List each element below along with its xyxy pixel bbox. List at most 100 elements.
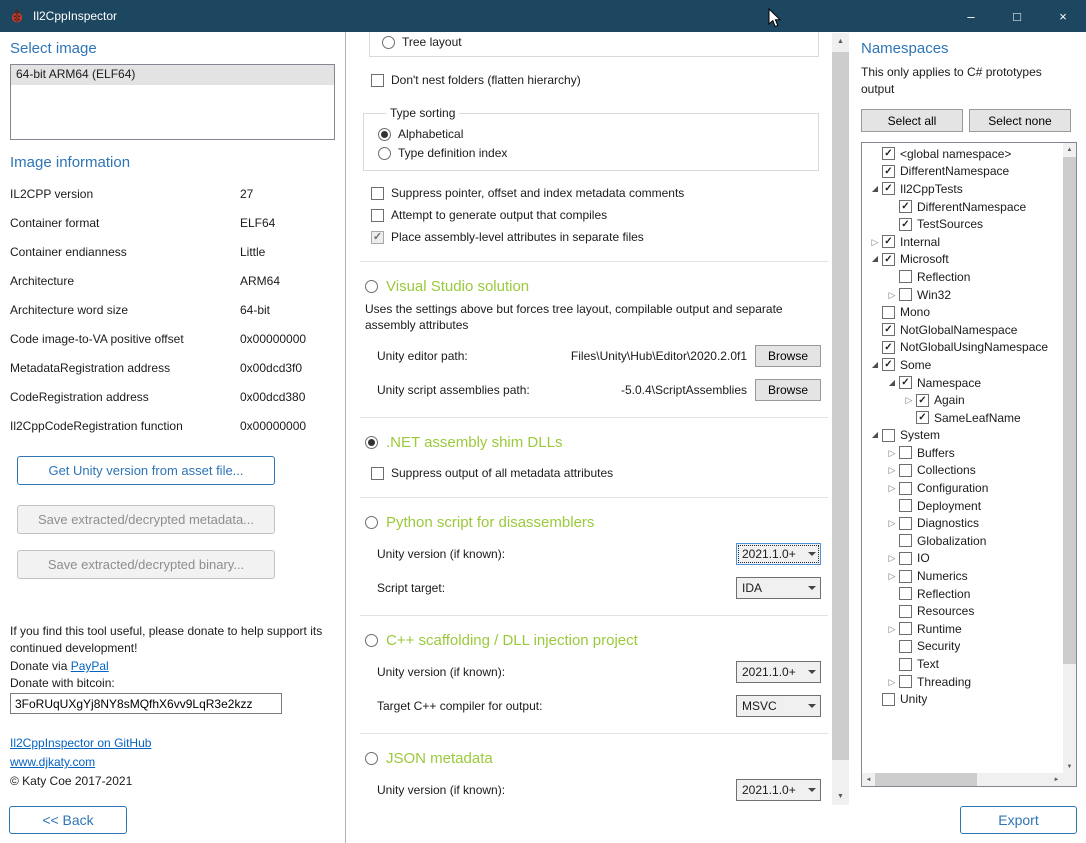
scroll-up-icon[interactable]: ▲ (832, 33, 849, 50)
github-link[interactable]: Il2CppInspector on GitHub (10, 736, 151, 750)
scroll-down-icon[interactable]: ▼ (832, 788, 849, 805)
cpp-scaffolding-radio[interactable]: C++ scaffolding / DLL injection project (365, 632, 832, 649)
scroll-left-icon[interactable]: ◄ (862, 773, 875, 786)
minimize-button[interactable]: – (948, 0, 994, 32)
expander-collapsed-icon[interactable]: ▷ (902, 393, 916, 407)
namespace-checkbox[interactable] (899, 464, 912, 477)
scrollbar-thumb[interactable] (875, 773, 977, 786)
namespace-checkbox[interactable] (899, 587, 912, 600)
tree-item[interactable]: ✓ TestSources (862, 215, 1063, 233)
python-script-radio[interactable]: Python script for disassemblers (365, 514, 832, 531)
tree-item[interactable]: Text (862, 655, 1063, 673)
tree-item[interactable]: ▷ Win32 (862, 286, 1063, 304)
expander-collapsed-icon[interactable]: ▷ (885, 675, 899, 689)
namespace-checkbox[interactable] (899, 570, 912, 583)
tree-item[interactable]: Resources (862, 602, 1063, 620)
expander-collapsed-icon[interactable]: ▷ (885, 516, 899, 530)
cpp-unity-version-select[interactable]: 2021.1.0+ (736, 661, 821, 683)
tree-item[interactable]: ▷ Collections (862, 462, 1063, 480)
scroll-right-icon[interactable]: ► (1050, 773, 1063, 786)
namespace-checkbox[interactable] (882, 429, 895, 442)
tree-layout-radio[interactable]: Tree layout (382, 34, 818, 50)
tree-item[interactable]: Deployment (862, 497, 1063, 515)
tree-item[interactable]: ✓ <global namespace> (862, 145, 1063, 163)
close-button[interactable]: × (1040, 0, 1086, 32)
namespace-checkbox[interactable]: ✓ (882, 235, 895, 248)
back-button[interactable]: << Back (9, 806, 127, 834)
select-all-button[interactable]: Select all (861, 109, 963, 132)
namespace-checkbox[interactable] (899, 270, 912, 283)
tree-item[interactable]: Reflection (862, 585, 1063, 603)
tree-horizontal-scrollbar[interactable]: ◄ ► (862, 773, 1063, 786)
tree-item[interactable]: ▷ ✓ Again (862, 391, 1063, 409)
tree-item[interactable]: ▷ Configuration (862, 479, 1063, 497)
unity-editor-path-value[interactable]: Files\Unity\Hub\Editor\2020.2.0f1 (468, 349, 747, 363)
tree-item[interactable]: ▷ Threading (862, 673, 1063, 691)
namespace-checkbox[interactable]: ✓ (882, 253, 895, 266)
expander-collapsed-icon[interactable]: ▷ (885, 622, 899, 636)
namespace-checkbox[interactable] (899, 288, 912, 301)
tree-item[interactable]: ◢ ✓ Il2CppTests (862, 180, 1063, 198)
scroll-up-icon[interactable]: ▲ (1063, 143, 1076, 156)
tree-item[interactable]: ▷ ✓ Internal (862, 233, 1063, 251)
expander-collapsed-icon[interactable]: ▷ (885, 551, 899, 565)
scrollbar-thumb[interactable] (832, 52, 849, 760)
namespace-checkbox[interactable]: ✓ (882, 147, 895, 160)
expander-expanded-icon[interactable]: ◢ (885, 376, 899, 390)
namespace-checkbox[interactable] (899, 605, 912, 618)
suppress-metadata-attributes-checkbox[interactable]: Suppress output of all metadata attribut… (371, 465, 832, 481)
tree-vertical-scrollbar[interactable]: ▲ ▼ (1063, 143, 1076, 773)
bitcoin-address-input[interactable] (10, 693, 282, 714)
expander-collapsed-icon[interactable]: ▷ (885, 446, 899, 460)
vs-solution-radio[interactable]: Visual Studio solution (365, 278, 832, 295)
script-target-select[interactable]: IDA (736, 577, 821, 599)
tree-item[interactable]: ▷ Diagnostics (862, 514, 1063, 532)
namespace-checkbox[interactable]: ✓ (882, 323, 895, 336)
expander-expanded-icon[interactable]: ◢ (868, 182, 882, 196)
export-button[interactable]: Export (960, 806, 1077, 834)
scrollbar-track[interactable] (875, 773, 1050, 786)
tree-item[interactable]: ✓ NotGlobalNamespace (862, 321, 1063, 339)
website-link[interactable]: www.djkaty.com (10, 755, 95, 769)
tree-item[interactable]: Mono (862, 303, 1063, 321)
image-listbox[interactable]: 64-bit ARM64 (ELF64) (10, 64, 335, 140)
tree-item[interactable]: ▷ Buffers (862, 444, 1063, 462)
namespace-checkbox[interactable] (899, 517, 912, 530)
tree-item[interactable]: ✓ NotGlobalUsingNamespace (862, 339, 1063, 357)
tree-item[interactable]: ▷ Runtime (862, 620, 1063, 638)
tree-item[interactable]: ✓ DifferentNamespace (862, 198, 1063, 216)
namespace-checkbox[interactable] (899, 534, 912, 547)
expander-expanded-icon[interactable]: ◢ (868, 428, 882, 442)
namespace-checkbox[interactable] (899, 446, 912, 459)
expander-collapsed-icon[interactable]: ▷ (885, 481, 899, 495)
tree-item[interactable]: ◢ ✓ Microsoft (862, 251, 1063, 269)
namespace-checkbox[interactable] (899, 658, 912, 671)
namespace-checkbox[interactable] (899, 622, 912, 635)
namespace-checkbox[interactable] (882, 306, 895, 319)
get-unity-version-button[interactable]: Get Unity version from asset file... (17, 456, 275, 485)
script-assemblies-path-value[interactable]: -5.0.4\ScriptAssemblies (530, 383, 747, 397)
namespace-checkbox[interactable] (899, 675, 912, 688)
scrollbar-track[interactable] (1063, 156, 1076, 760)
expander-expanded-icon[interactable]: ◢ (868, 358, 882, 372)
tree-item[interactable]: ▷ Numerics (862, 567, 1063, 585)
scrollbar-thumb[interactable] (1063, 157, 1076, 664)
namespace-checkbox[interactable]: ✓ (899, 218, 912, 231)
expander-collapsed-icon[interactable]: ▷ (868, 235, 882, 249)
middle-scrollbar[interactable]: ▲ ▼ (832, 33, 849, 805)
alphabetical-radio[interactable]: Alphabetical (378, 126, 818, 142)
namespace-checkbox[interactable] (899, 499, 912, 512)
namespace-checkbox[interactable]: ✓ (899, 200, 912, 213)
tree-item[interactable]: ✓ DifferentNamespace (862, 163, 1063, 181)
suppress-comments-checkbox[interactable]: Suppress pointer, offset and index metad… (371, 185, 832, 201)
tree-item[interactable]: Globalization (862, 532, 1063, 550)
namespace-checkbox[interactable] (882, 693, 895, 706)
select-none-button[interactable]: Select none (969, 109, 1071, 132)
maximize-button[interactable]: □ (994, 0, 1040, 32)
tree-item[interactable]: ▷ IO (862, 550, 1063, 568)
browse-assemblies-path-button[interactable]: Browse (755, 379, 821, 401)
separate-attributes-checkbox[interactable]: Place assembly-level attributes in separ… (371, 229, 832, 245)
scroll-down-icon[interactable]: ▼ (1063, 760, 1076, 773)
json-metadata-radio[interactable]: JSON metadata (365, 750, 832, 767)
tree-item[interactable]: ◢ System (862, 427, 1063, 445)
